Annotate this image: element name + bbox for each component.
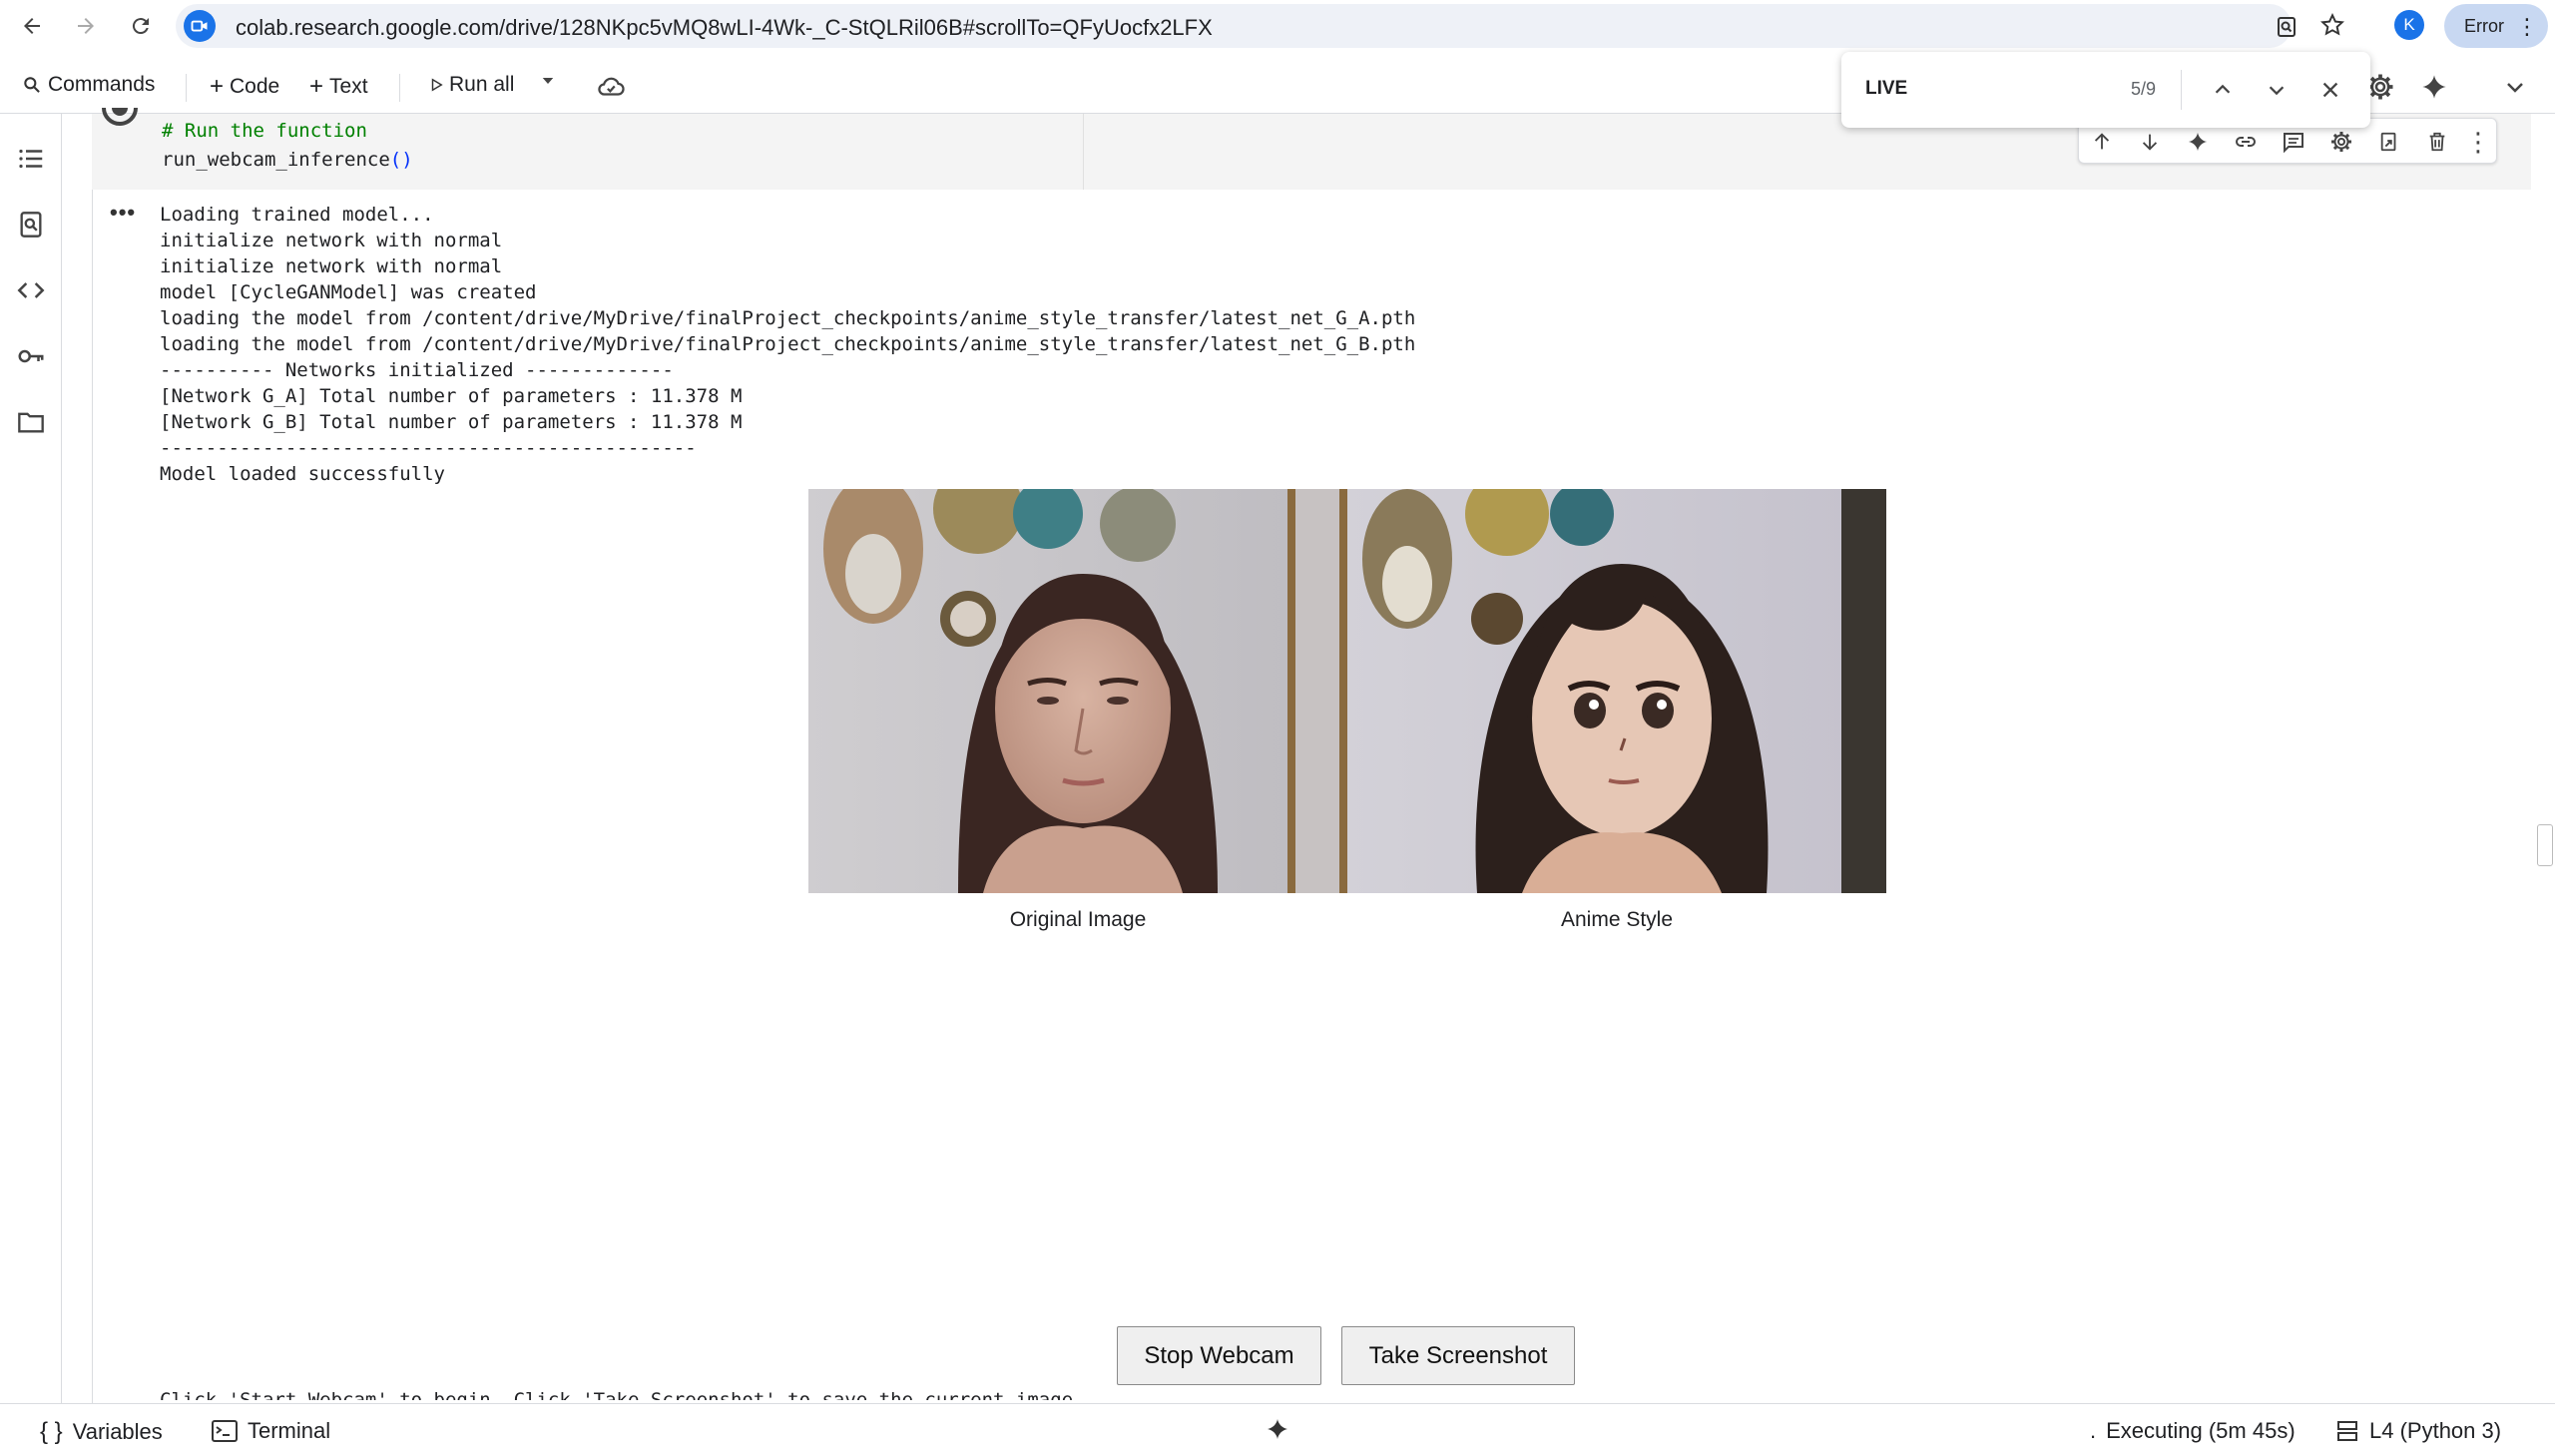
reload-icon[interactable] — [123, 8, 159, 44]
runtime-label: L4 (Python 3) — [2369, 1418, 2502, 1443]
execution-status[interactable]: . Executing (5m 45s) — [2090, 1418, 2296, 1444]
find-close-icon[interactable] — [2314, 74, 2346, 106]
run-options-dropdown[interactable] — [539, 72, 557, 90]
log-line: Loading trained model... — [160, 204, 434, 226]
executing-dot-icon: . — [2090, 1418, 2097, 1443]
terminal-button[interactable]: Terminal — [212, 1418, 330, 1444]
terminal-icon — [212, 1420, 238, 1442]
find-query-input[interactable]: LIVE — [1865, 78, 1907, 100]
collapse-chevron-icon[interactable] — [2498, 70, 2532, 104]
forward-icon[interactable] — [68, 8, 104, 44]
play-icon — [431, 78, 443, 92]
output-actions-icon[interactable]: ••• — [110, 200, 136, 226]
gemini-cell-sparkle-icon[interactable] — [2181, 125, 2215, 159]
move-cell-down-icon[interactable] — [2133, 125, 2167, 159]
add-code-button[interactable]: + Code — [210, 73, 279, 101]
plus-icon: + — [210, 73, 225, 100]
braces-icon: { } — [40, 1418, 63, 1445]
url-text[interactable]: colab.research.google.com/drive/128NKpc5… — [236, 15, 1213, 41]
runtime-info[interactable]: L4 (Python 3) — [2335, 1418, 2501, 1444]
webcam-instructions: Click 'Start Webcam' to begin. Click 'Ta… — [160, 1389, 1085, 1400]
kebab-menu-icon: ⋮ — [2516, 14, 2538, 39]
find-next-icon[interactable] — [2261, 74, 2293, 106]
link-icon[interactable] — [2229, 125, 2263, 159]
stop-webcam-button[interactable]: Stop Webcam — [1117, 1326, 1321, 1385]
take-screenshot-button[interactable]: Take Screenshot — [1341, 1326, 1575, 1385]
log-line: ----------------------------------------… — [160, 437, 697, 459]
drive-save-status[interactable] — [596, 72, 626, 102]
variables-label: Variables — [72, 1419, 163, 1444]
log-line: initialize network with normal — [160, 230, 503, 251]
runtime-server-icon — [2337, 1421, 2357, 1441]
anime-style-image — [1347, 489, 1886, 893]
call-parens: () — [389, 149, 413, 171]
status-bar: { } Variables Terminal . Executing (5m 4… — [0, 1403, 2555, 1456]
find-replace-icon[interactable] — [14, 208, 48, 242]
anime-image-caption: Anime Style — [1560, 908, 1674, 931]
caret-down-icon — [542, 78, 554, 84]
scrollbar-thumb[interactable] — [2537, 824, 2553, 866]
move-cell-up-icon[interactable] — [2085, 125, 2119, 159]
cell-more-icon[interactable]: ⋮ — [2465, 125, 2491, 159]
error-label: Error — [2464, 15, 2504, 36]
add-text-button[interactable]: + Text — [309, 73, 368, 101]
profile-avatar[interactable]: K — [2394, 10, 2424, 40]
delete-cell-icon[interactable] — [2420, 125, 2454, 159]
find-match-count: 5/9 — [2131, 79, 2157, 99]
gemini-sparkle-icon[interactable] — [2417, 70, 2451, 104]
executing-label: Executing (5m 45s) — [2106, 1418, 2296, 1443]
output-log: Loading trained model... initialize netwo… — [160, 202, 1415, 487]
find-in-page-bar: LIVE 5/9 — [1841, 52, 2370, 128]
log-line: [Network G_B] Total number of parameters… — [160, 411, 743, 433]
address-bar[interactable]: colab.research.google.com/drive/128NKpc5… — [176, 4, 2296, 48]
browser-toolbar: colab.research.google.com/drive/128NKpc5… — [0, 0, 2555, 52]
secrets-key-icon[interactable] — [14, 339, 48, 373]
log-line: ---------- Networks initialized --------… — [160, 359, 674, 381]
cloud-icon — [598, 77, 625, 96]
log-line: loading the model from /content/drive/My… — [160, 307, 1416, 329]
original-image-caption: Original Image — [1009, 908, 1147, 931]
cell-settings-icon[interactable] — [2324, 125, 2358, 159]
log-line: loading the model from /content/drive/My… — [160, 333, 1416, 355]
files-folder-icon[interactable] — [14, 405, 48, 439]
variables-button[interactable]: { } Variables — [40, 1418, 163, 1446]
commands-button[interactable]: Commands — [22, 73, 155, 97]
log-line: initialize network with normal — [160, 255, 503, 277]
comment-icon[interactable] — [2277, 125, 2310, 159]
function-name: run_webcam_inference — [162, 149, 390, 171]
lens-search-icon[interactable] — [2272, 12, 2301, 42]
error-menu-button[interactable]: Error ⋮ — [2444, 4, 2548, 48]
original-webcam-image — [808, 489, 1347, 893]
text-label: Text — [329, 75, 368, 98]
mirror-cell-icon[interactable] — [2372, 125, 2406, 159]
back-icon[interactable] — [14, 8, 50, 44]
gemini-bottom-sparkle-icon[interactable] — [1266, 1417, 1289, 1441]
commands-label: Commands — [48, 73, 156, 96]
code-call-line: run_webcam_inference() — [162, 149, 413, 171]
log-line: [Network G_A] Total number of parameters… — [160, 385, 743, 407]
bookmark-star-icon[interactable] — [2317, 10, 2347, 40]
table-of-contents-icon[interactable] — [14, 142, 48, 176]
camera-recording-icon[interactable] — [184, 10, 216, 42]
log-line: model [CycleGANModel] was created — [160, 281, 537, 303]
left-sidebar — [0, 114, 62, 1403]
log-line: Model loaded successfully — [160, 463, 445, 485]
code-editor[interactable]: # Run the function run_webcam_inference(… — [154, 114, 1084, 190]
run-all-button[interactable]: Run all — [429, 73, 514, 97]
code-snippets-icon[interactable] — [14, 273, 48, 307]
code-comment-line: # Run the function — [162, 120, 367, 142]
search-icon — [24, 77, 40, 93]
find-previous-icon[interactable] — [2207, 74, 2239, 106]
terminal-label: Terminal — [248, 1418, 331, 1443]
cell-run-button[interactable] — [102, 107, 138, 136]
plus-icon: + — [309, 73, 324, 100]
code-label: Code — [230, 75, 280, 98]
run-all-label: Run all — [449, 73, 515, 96]
